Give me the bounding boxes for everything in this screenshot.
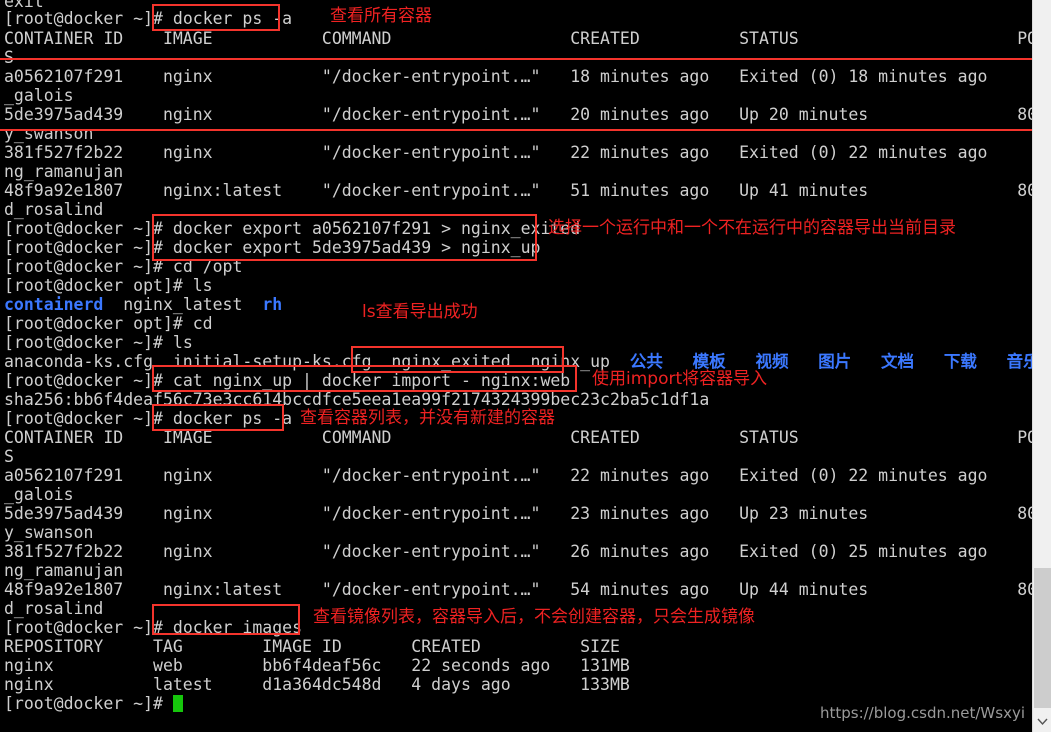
annotation-no-new-container: 查看容器列表，并没有新建的容器 — [300, 408, 555, 428]
table-row: 5de3975ad439 nginx "/docker-entrypoint.…… — [4, 504, 1032, 523]
scroll-down-arrow-icon[interactable] — [1033, 712, 1051, 732]
scrollbar-thumb[interactable] — [1034, 568, 1051, 708]
dir-rh: rh — [262, 295, 283, 314]
csdn-watermark: https://blog.csdn.net/Wsxyi — [819, 704, 1025, 722]
terminal-screenshot: exit [root@docker ~]# docker ps -a CONTA… — [0, 0, 1051, 732]
annotation-ls-export-success: ls查看导出成功 — [362, 302, 478, 322]
vertical-scrollbar[interactable] — [1032, 0, 1051, 732]
table-row: a0562107f291 nginx "/docker-entrypoint.…… — [4, 466, 988, 485]
cursor-block — [172, 695, 183, 712]
command-cd: cd — [192, 314, 213, 333]
annotation-images-list: 查看镜像列表，容器导入后，不会创建容器，只会生成镜像 — [313, 607, 755, 627]
ps-table-header-1: CONTAINER ID IMAGE COMMAND CREATED STATU… — [4, 29, 1032, 48]
table-row: 5de3975ad439 nginx "/docker-entrypoint.…… — [4, 105, 1032, 124]
table-row: 48f9a92e1807 nginx:latest "/docker-entry… — [4, 580, 1032, 599]
annotation-view-all-containers: 查看所有容器 — [330, 6, 432, 26]
table-row: 381f527f2b22 nginx "/docker-entrypoint.…… — [4, 542, 988, 561]
terminal-line-final-prompt[interactable]: [root@docker ~]# — [4, 691, 183, 716]
table-row: 48f9a92e1807 nginx:latest "/docker-entry… — [4, 181, 1032, 200]
table-row: 381f527f2b22 nginx "/docker-entrypoint.…… — [4, 143, 988, 162]
annotation-use-import: 使用import将容器导入 — [592, 369, 768, 389]
table-row: a0562107f291 nginx "/docker-entrypoint.…… — [4, 67, 988, 86]
annotation-export-containers: 选择一个运行中和一个不在运行中的容器导出当前目录 — [548, 218, 956, 238]
